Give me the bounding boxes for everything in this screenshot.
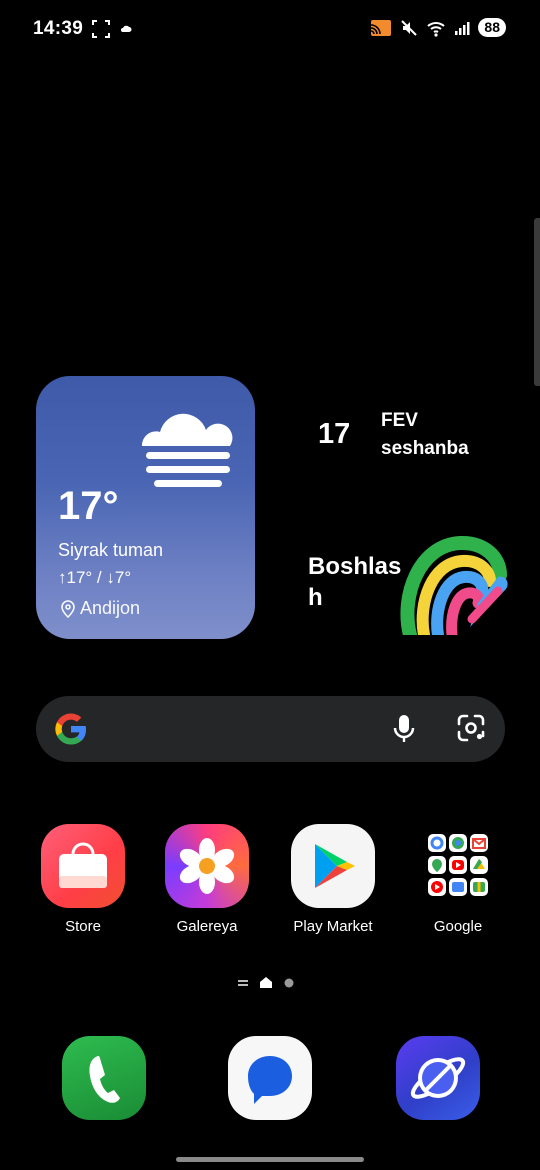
screenshot-icon: [92, 20, 110, 38]
lens-icon[interactable]: [456, 713, 486, 743]
weather-location: Andijon: [60, 598, 140, 619]
app-google-folder[interactable]: Google: [403, 824, 513, 935]
weather-location-label: Andijon: [80, 598, 141, 618]
edge-panel-handle[interactable]: [534, 218, 540, 386]
page-dot-icon[interactable]: [284, 978, 294, 988]
cast-icon: [371, 19, 392, 36]
app-label: Galereya: [176, 918, 238, 935]
status-bar: 14:39 88: [0, 0, 540, 60]
location-pin-icon: [61, 599, 75, 618]
gallery-flower-icon[interactable]: [165, 824, 249, 908]
weather-temperature: 17°: [58, 484, 119, 528]
rainbow-heart-icon: [400, 536, 508, 635]
date-day: 17: [318, 418, 351, 450]
status-time: 14:39: [33, 18, 84, 39]
app-gallery[interactable]: Galereya: [152, 824, 262, 935]
status-left-icons: [92, 20, 132, 38]
status-right-icons: 88: [370, 18, 506, 37]
cloud-icon: [121, 25, 132, 32]
phone-icon[interactable]: [62, 1036, 146, 1120]
weather-range: ↑17° / ↓7°: [58, 568, 132, 587]
internet-browser-icon[interactable]: [396, 1036, 480, 1120]
messages-icon[interactable]: [228, 1036, 312, 1120]
signal-icon: [455, 21, 470, 35]
app-store[interactable]: Store: [28, 824, 138, 935]
app-label: Google: [433, 918, 483, 935]
date-weekday: seshanba: [381, 438, 469, 459]
store-bag-icon[interactable]: [41, 824, 125, 908]
google-search-bar[interactable]: [36, 696, 505, 762]
mute-icon: [401, 19, 418, 36]
home-page-icon[interactable]: [260, 977, 272, 988]
play-store-icon[interactable]: [291, 824, 375, 908]
start-label: Boshlas h: [308, 553, 402, 611]
weather-condition: Siyrak tuman: [58, 540, 164, 560]
google-logo-icon[interactable]: [52, 710, 90, 748]
app-play-market[interactable]: Play Market: [278, 824, 388, 935]
weather-widget[interactable]: 17° Siyrak tuman ↑17° / ↓7° Andijon: [36, 376, 255, 639]
app-label: Store: [65, 918, 101, 935]
menu-page-icon[interactable]: [238, 979, 248, 987]
battery-indicator: 88: [478, 18, 506, 37]
mic-icon[interactable]: [392, 714, 416, 744]
google-folder-icon[interactable]: [416, 824, 500, 908]
fog-icon: [141, 413, 233, 487]
navigation-handle[interactable]: [176, 1157, 364, 1162]
page-indicator[interactable]: [238, 977, 294, 988]
wifi-icon: [427, 21, 446, 37]
date-month: FEV: [381, 410, 418, 431]
app-label: Play Market: [293, 918, 373, 935]
